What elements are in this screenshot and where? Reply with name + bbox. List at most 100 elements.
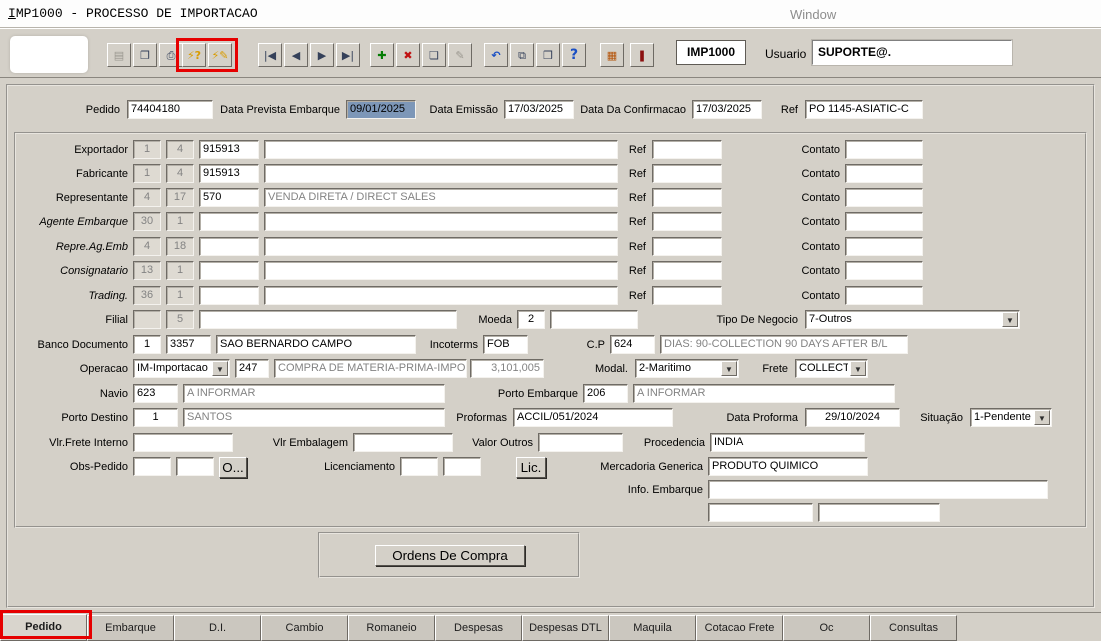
obs-f2-field[interactable] [176, 457, 214, 476]
chevron-down-icon[interactable]: ▼ [721, 361, 737, 376]
exit-button[interactable]: ❚ [630, 43, 654, 67]
entity-ref-field[interactable] [652, 212, 722, 231]
tab-maquila[interactable]: Maquila [609, 615, 696, 641]
entity-code-field[interactable] [199, 212, 259, 231]
menu-button[interactable]: ▦ [600, 43, 624, 67]
find-record-button[interactable]: ❏ [422, 43, 446, 67]
entity-contato-field[interactable] [845, 261, 923, 280]
tab-cambio[interactable]: Cambio [261, 615, 348, 641]
save-button[interactable]: ▤ [107, 43, 131, 67]
filial-c1-field[interactable] [133, 310, 161, 329]
entity-code-field[interactable]: 570 [199, 188, 259, 207]
operacao-valor-field[interactable]: 3,101,005 [470, 359, 544, 378]
usuario-field[interactable]: SUPORTE@. [812, 40, 1012, 65]
data-prevista-field[interactable]: 09/01/2025 [346, 100, 416, 119]
moeda-name-field[interactable] [550, 310, 638, 329]
banco-name-field[interactable]: SAO BERNARDO CAMPO [216, 335, 416, 354]
navio-code-field[interactable]: 623 [133, 384, 178, 403]
first-record-button[interactable]: |◀ [258, 43, 282, 67]
tab-pedido[interactable]: Pedido [0, 614, 87, 641]
obs-button[interactable]: O... [219, 457, 247, 478]
tab-di[interactable]: D.I. [174, 615, 261, 641]
entity-name-field[interactable]: VENDA DIRETA / DIRECT SALES [264, 188, 618, 207]
ref-header-field[interactable]: PO 1145-ASIATIC-C [805, 100, 923, 119]
tab-oc[interactable]: Oc [783, 615, 870, 641]
entity-ref-field[interactable] [652, 261, 722, 280]
data-emissao-field[interactable]: 17/03/2025 [504, 100, 574, 119]
filial-name-field[interactable] [199, 310, 457, 329]
entity-contato-field[interactable] [845, 140, 923, 159]
lic-f1-field[interactable] [400, 457, 438, 476]
entity-seq-field[interactable]: 4 [166, 164, 194, 183]
entity-name-field[interactable] [264, 140, 618, 159]
porto-destino-code-field[interactable]: 1 [133, 408, 178, 427]
entity-code-field[interactable]: 915913 [199, 140, 259, 159]
entity-contato-field[interactable] [845, 164, 923, 183]
entity-name-field[interactable] [264, 237, 618, 256]
entity-type-field[interactable]: 30 [133, 212, 161, 231]
clear-record-button[interactable]: ✎ [448, 43, 472, 67]
navio-name-field[interactable]: A INFORMAR [183, 384, 445, 403]
valor-outros-field[interactable] [538, 433, 623, 452]
extra-field-2[interactable] [818, 503, 940, 522]
paste-button[interactable]: ⧉ [510, 43, 534, 67]
entity-name-field[interactable] [264, 164, 618, 183]
cp-desc-field[interactable]: DIAS: 90-COLLECTION 90 DAYS AFTER B/L [660, 335, 908, 354]
entity-contato-field[interactable] [845, 212, 923, 231]
entity-type-field[interactable]: 1 [133, 164, 161, 183]
entity-seq-field[interactable]: 1 [166, 212, 194, 231]
chevron-down-icon[interactable]: ▼ [1002, 312, 1018, 327]
tab-consultas[interactable]: Consultas [870, 615, 957, 641]
frete-select[interactable]: COLLECT ▼ [795, 359, 868, 378]
entity-seq-field[interactable]: 18 [166, 237, 194, 256]
situacao-select[interactable]: 1-Pendente ▼ [970, 408, 1052, 427]
entity-ref-field[interactable] [652, 140, 722, 159]
ordens-de-compra-button[interactable]: Ordens De Compra [375, 545, 525, 566]
extra-field-1[interactable] [708, 503, 813, 522]
entity-ref-field[interactable] [652, 164, 722, 183]
previous-record-button[interactable]: ◀ [284, 43, 308, 67]
incoterms-field[interactable]: FOB [483, 335, 528, 354]
tab-cotacao-frete[interactable]: Cotacao Frete [696, 615, 783, 641]
operacao-desc-field[interactable]: COMPRA DE MATERIA-PRIMA-IMPORTA( [274, 359, 467, 378]
undo-button[interactable]: ↶ [484, 43, 508, 67]
entity-seq-field[interactable]: 17 [166, 188, 194, 207]
entity-type-field[interactable]: 13 [133, 261, 161, 280]
data-confirmacao-field[interactable]: 17/03/2025 [692, 100, 762, 119]
entity-seq-field[interactable]: 1 [166, 286, 194, 305]
tab-romaneio[interactable]: Romaneio [348, 615, 435, 641]
window-menu[interactable]: Window [790, 7, 836, 22]
window-button[interactable]: ❐ [133, 43, 157, 67]
help-button[interactable]: ? [562, 43, 586, 67]
entity-code-field[interactable] [199, 286, 259, 305]
chevron-down-icon[interactable]: ▼ [1034, 410, 1050, 425]
proformas-field[interactable]: ACCIL/051/2024 [513, 408, 673, 427]
enter-query-button[interactable]: ⚡? [182, 43, 206, 67]
mercadoria-field[interactable]: PRODUTO QUIMICO [708, 457, 868, 476]
entity-name-field[interactable] [264, 286, 618, 305]
entity-ref-field[interactable] [652, 188, 722, 207]
entity-type-field[interactable]: 4 [133, 237, 161, 256]
cp-field[interactable]: 624 [610, 335, 655, 354]
tab-despesas-dtl[interactable]: Despesas DTL [522, 615, 609, 641]
entity-ref-field[interactable] [652, 286, 722, 305]
entity-seq-field[interactable]: 1 [166, 261, 194, 280]
entity-code-field[interactable]: 915913 [199, 164, 259, 183]
porto-embarque-name-field[interactable]: A INFORMAR [633, 384, 895, 403]
next-record-button[interactable]: ▶ [310, 43, 334, 67]
entity-code-field[interactable] [199, 237, 259, 256]
entity-type-field[interactable]: 36 [133, 286, 161, 305]
entity-contato-field[interactable] [845, 188, 923, 207]
entity-code-field[interactable] [199, 261, 259, 280]
procedencia-field[interactable]: INDIA [710, 433, 865, 452]
entity-contato-field[interactable] [845, 286, 923, 305]
vlr-embalagem-field[interactable] [353, 433, 453, 452]
porto-destino-name-field[interactable]: SANTOS [183, 408, 445, 427]
tab-embarque[interactable]: Embarque [87, 615, 174, 641]
porto-embarque-code-field[interactable]: 206 [583, 384, 628, 403]
banco-c2-field[interactable]: 3357 [166, 335, 211, 354]
entity-type-field[interactable]: 4 [133, 188, 161, 207]
entity-type-field[interactable]: 1 [133, 140, 161, 159]
chevron-down-icon[interactable]: ▼ [850, 361, 866, 376]
vlr-frete-field[interactable] [133, 433, 233, 452]
